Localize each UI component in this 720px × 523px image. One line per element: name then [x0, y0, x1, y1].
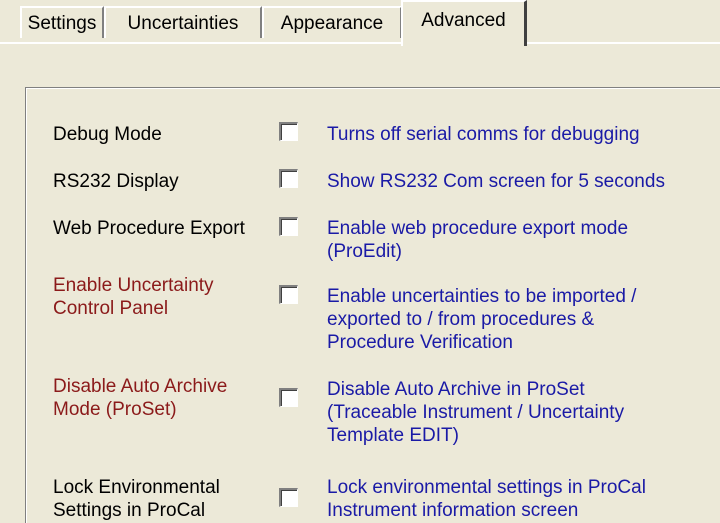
tab-advanced[interactable]: Advanced: [401, 0, 527, 46]
advanced-options-panel: Settings Uncertainties Appearance Advanc…: [0, 0, 720, 523]
rs232-display-checkbox[interactable]: [279, 169, 298, 188]
tab-baseline: [0, 42, 720, 44]
enable-uncertainty-control-panel-label: Enable Uncertainty Control Panel: [53, 275, 214, 319]
disable-auto-archive-description: Disable Auto Archive in ProSet (Traceabl…: [327, 379, 625, 446]
disable-auto-archive-checkbox[interactable]: [279, 388, 298, 407]
lock-environmental-settings-checkbox[interactable]: [279, 488, 298, 507]
tab-label: Advanced: [421, 10, 506, 31]
disable-auto-archive-label: Disable Auto Archive Mode (ProSet): [53, 376, 228, 420]
web-procedure-export-description: Enable web procedure export mode (ProEdi…: [327, 218, 629, 262]
tab-label: Settings: [27, 13, 97, 34]
enable-uncertainty-control-panel-description: Enable uncertainties to be imported / ex…: [327, 286, 637, 353]
web-procedure-export-checkbox[interactable]: [279, 217, 298, 236]
debug-mode-description: Turns off serial comms for debugging: [327, 124, 640, 145]
lock-environmental-settings-label: Lock Environmental Settings in ProCal: [53, 477, 220, 521]
lock-environmental-settings-description: Lock environmental settings in ProCal In…: [327, 477, 646, 521]
tab-label: Uncertainties: [127, 13, 239, 34]
web-procedure-export-label: Web Procedure Export: [53, 218, 245, 239]
rs232-display-label: RS232 Display: [53, 171, 179, 192]
tab-strip: Settings Uncertainties Appearance Advanc…: [0, 0, 720, 46]
tab-label: Appearance: [280, 13, 384, 34]
rs232-display-description: Show RS232 Com screen for 5 seconds: [327, 171, 665, 192]
enable-uncertainty-control-panel-checkbox[interactable]: [279, 285, 298, 304]
debug-mode-label: Debug Mode: [53, 124, 162, 145]
tab-uncertainties[interactable]: Uncertainties: [104, 6, 262, 38]
tab-settings[interactable]: Settings: [20, 6, 104, 38]
tab-appearance[interactable]: Appearance: [262, 6, 402, 38]
debug-mode-checkbox[interactable]: [279, 122, 298, 141]
